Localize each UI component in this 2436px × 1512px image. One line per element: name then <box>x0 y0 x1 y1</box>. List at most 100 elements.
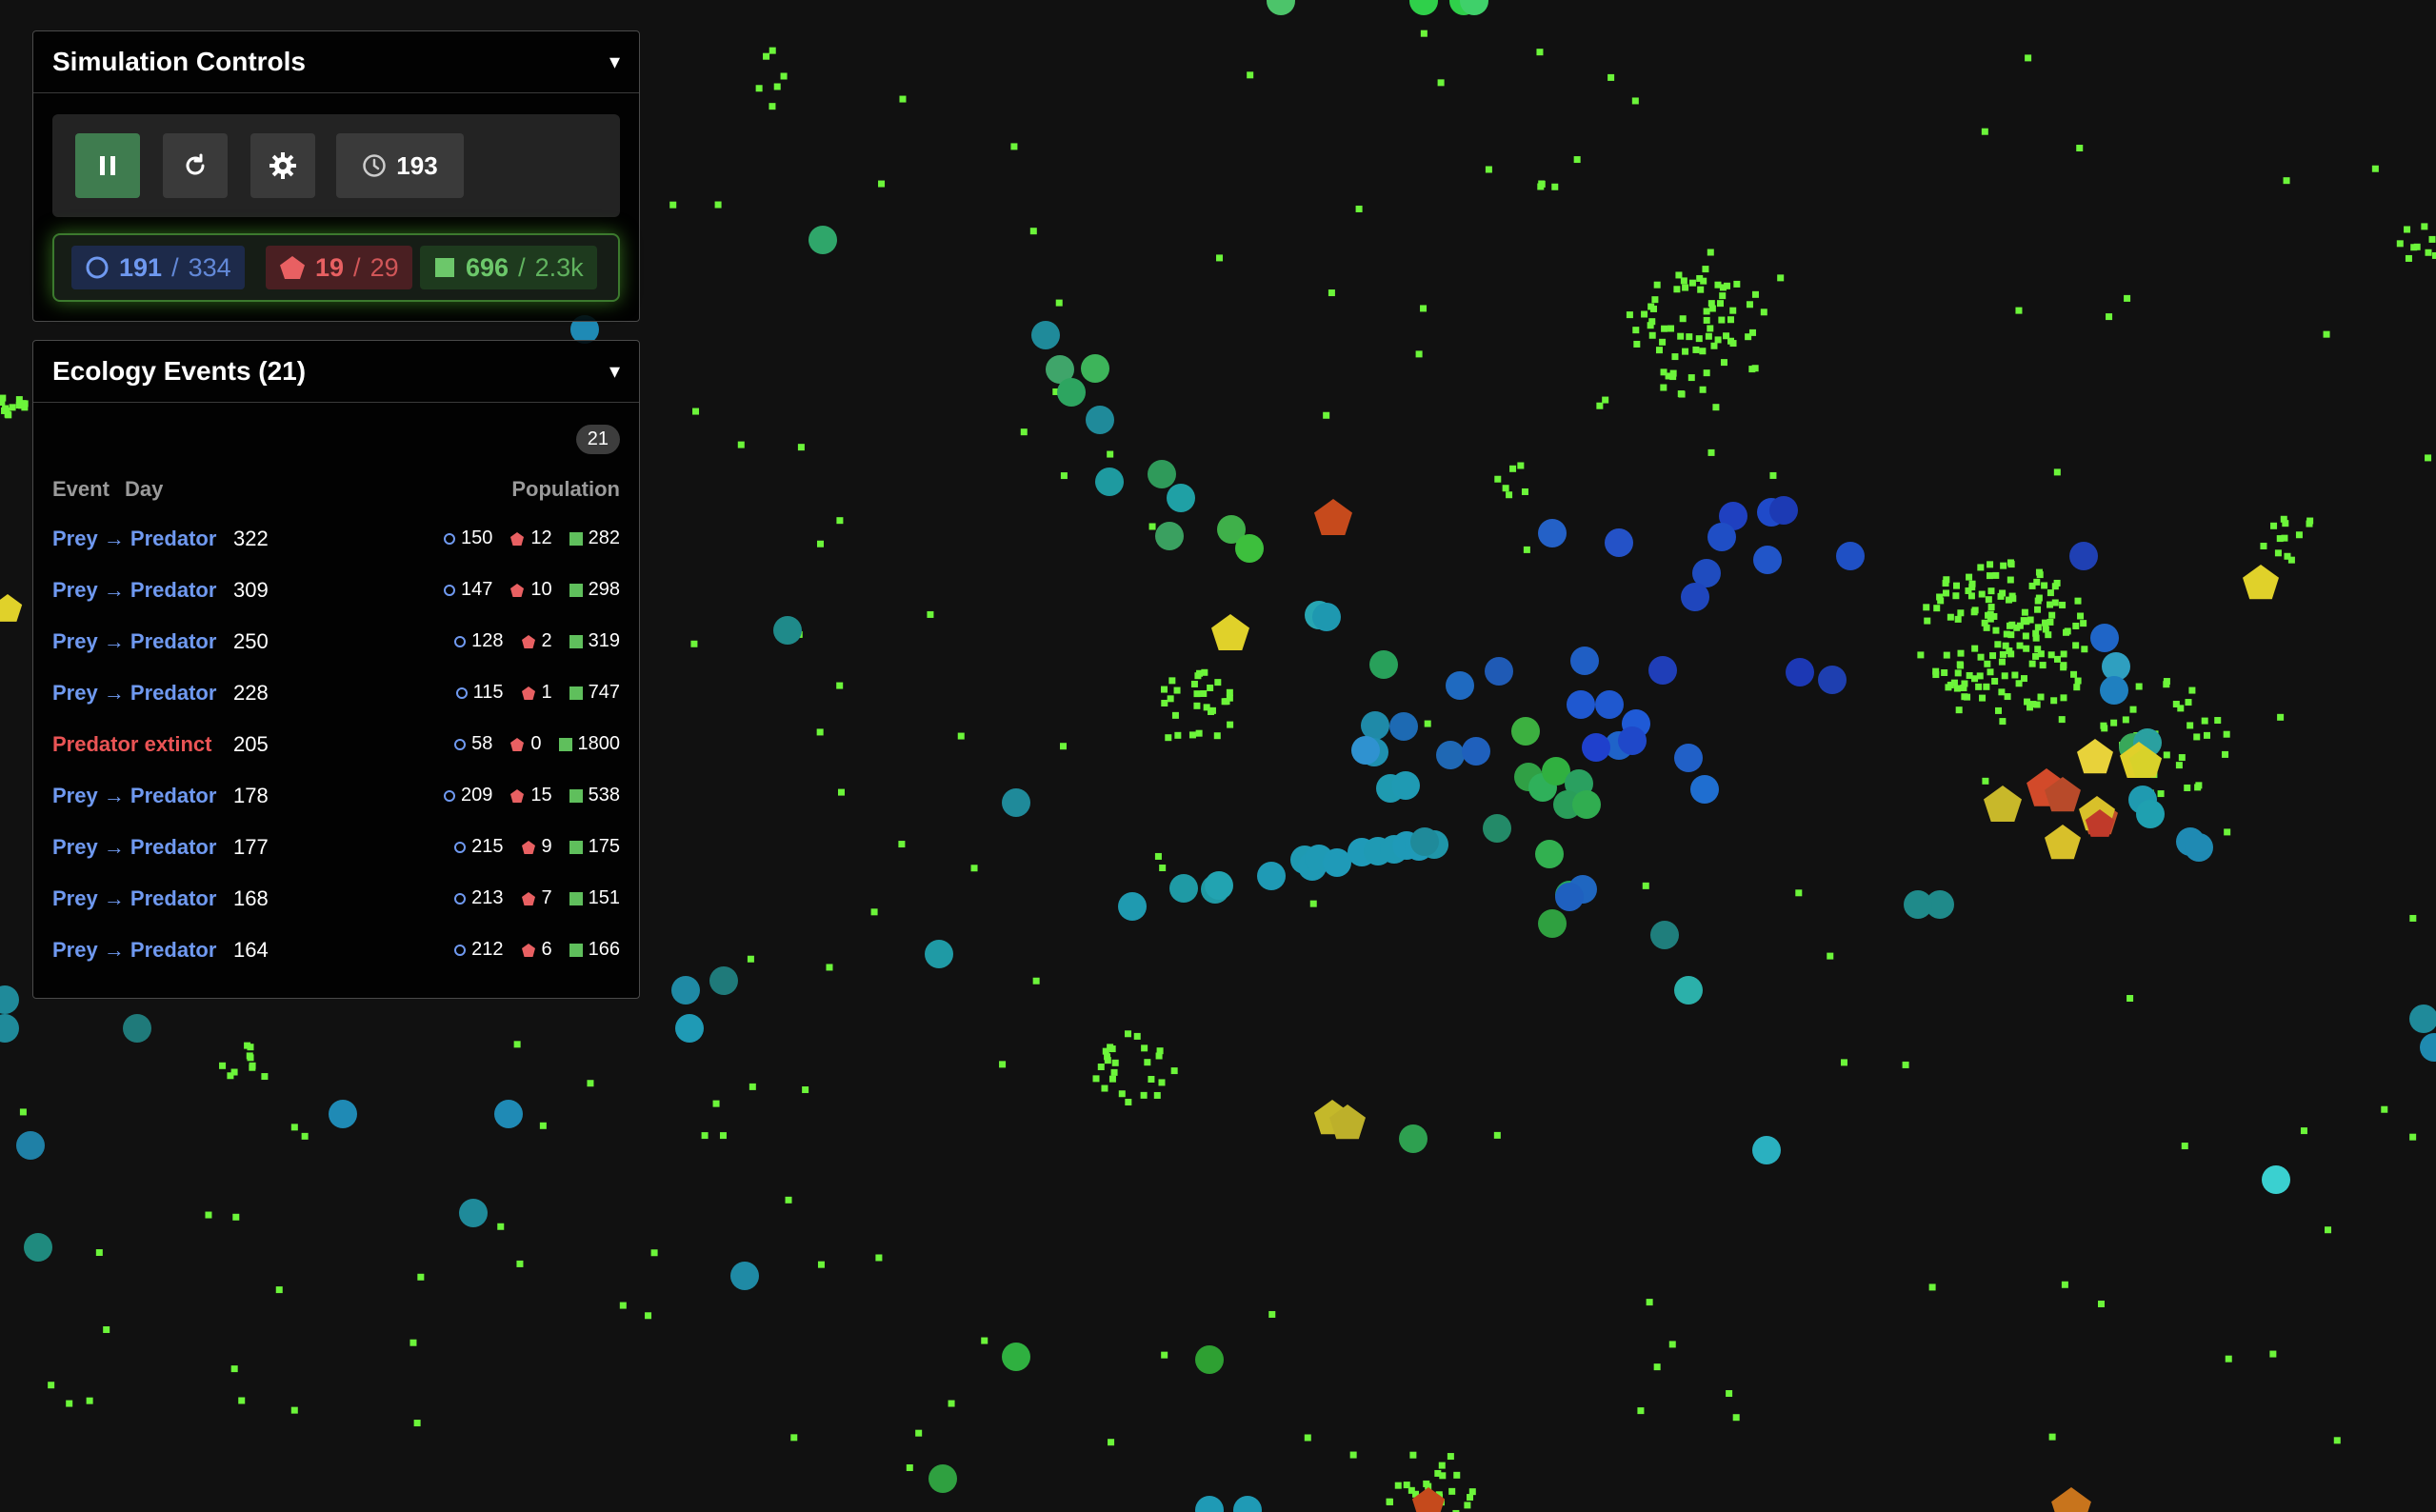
event-label: Prey → Predator <box>52 527 217 550</box>
plant <box>1979 694 1987 702</box>
table-row[interactable]: Prey → Predator 250 128 2 319 <box>52 617 620 668</box>
plant <box>1977 564 1985 571</box>
plant <box>1216 254 1224 262</box>
plant <box>2409 1133 2417 1141</box>
chevron-down-icon[interactable]: ▾ <box>609 359 620 384</box>
plant <box>1992 627 2000 634</box>
settings-button[interactable] <box>250 133 315 198</box>
prey-creature <box>1081 354 1109 383</box>
prey-creature <box>1818 666 1847 694</box>
plant <box>2129 706 2137 713</box>
table-row[interactable]: Prey → Predator 168 213 7 151 <box>52 874 620 925</box>
plant <box>1409 1451 1417 1459</box>
event-day: 177 <box>233 835 269 859</box>
plant <box>701 1132 709 1140</box>
prey-creature <box>1836 542 1865 570</box>
plant <box>1168 677 1176 685</box>
plant <box>1989 652 1997 660</box>
plant <box>1961 680 1968 687</box>
plant <box>2011 671 2019 679</box>
prey-creature <box>1323 848 1351 877</box>
plant <box>1677 332 1685 340</box>
plant <box>837 788 845 796</box>
plant <box>1995 706 2003 714</box>
plant <box>1745 333 1752 341</box>
plant <box>1703 316 1710 324</box>
plant-square-icon <box>558 737 572 751</box>
plant <box>2081 646 2088 653</box>
plant <box>1170 1067 1178 1075</box>
predator-creature <box>2045 825 2081 860</box>
events-count-badge: 21 <box>575 425 620 454</box>
prey-creature <box>809 226 837 254</box>
plant <box>409 1339 417 1346</box>
plant <box>2034 597 2042 605</box>
plant <box>1795 889 1803 897</box>
prey-creature <box>1312 603 1341 631</box>
prey-creature <box>329 1100 357 1128</box>
plant <box>1161 686 1168 693</box>
prey-creature <box>1786 658 1814 686</box>
plant <box>1190 680 1198 687</box>
plant <box>219 1062 227 1069</box>
plant <box>780 72 788 80</box>
plant <box>247 1054 254 1062</box>
plant <box>1987 587 1995 595</box>
table-row[interactable]: Prey → Predator 177 215 9 175 <box>52 823 620 874</box>
plant <box>1523 546 1530 553</box>
table-row[interactable]: Predator extinct 205 58 0 1800 <box>52 720 620 771</box>
plant <box>1195 729 1203 737</box>
prey-creature <box>1410 827 1439 856</box>
predator-pentagon-icon <box>510 583 525 597</box>
plant <box>2106 313 2113 321</box>
plant <box>1653 1363 1661 1371</box>
chevron-down-icon[interactable]: ▾ <box>609 50 620 74</box>
event-day: 178 <box>233 784 269 807</box>
controls-header[interactable]: Simulation Controls ▾ <box>33 31 639 93</box>
table-row[interactable]: Prey → Predator 178 209 15 538 <box>52 771 620 823</box>
plant <box>970 865 978 872</box>
plant <box>2016 642 2024 649</box>
plant <box>2431 251 2436 259</box>
plant <box>1661 325 1668 332</box>
prey-creature <box>1462 737 1490 766</box>
row-predator-count: 1 <box>541 682 552 703</box>
plant <box>2034 624 2042 631</box>
table-row[interactable]: Prey → Predator 309 147 10 298 <box>52 566 620 617</box>
prey-creature <box>1361 711 1389 740</box>
plant <box>2021 608 2028 616</box>
prey-creature <box>1235 534 1264 563</box>
plant <box>2035 568 2043 576</box>
plant <box>2404 226 2411 233</box>
prey-circle-icon <box>444 584 455 596</box>
pause-button[interactable] <box>75 133 140 198</box>
predator-pentagon-icon <box>521 943 535 957</box>
table-row[interactable]: Prey → Predator 322 150 12 282 <box>52 514 620 566</box>
plant <box>2000 562 2007 569</box>
plant <box>1751 290 1759 298</box>
plant <box>2080 620 2087 627</box>
plant <box>1982 777 1989 785</box>
plant <box>999 1061 1007 1068</box>
plant <box>66 1400 73 1407</box>
prey-creature <box>1057 378 1086 407</box>
prey-creature <box>1195 1345 1224 1374</box>
plant-max: 2.3k <box>534 252 584 282</box>
prey-creature <box>1483 814 1511 843</box>
plant <box>2047 601 2054 608</box>
plant <box>249 1064 256 1071</box>
plant <box>2047 651 2055 659</box>
plant <box>1998 658 2006 666</box>
plant <box>1981 619 1988 627</box>
column-population: Population <box>511 477 620 501</box>
prey-circle-icon <box>444 789 455 802</box>
events-header[interactable]: Ecology Events (21) ▾ <box>33 341 639 403</box>
plant <box>2039 662 2047 669</box>
column-event: Event <box>52 477 110 501</box>
table-row[interactable]: Prey → Predator 164 212 6 166 <box>52 925 620 977</box>
plant <box>1188 731 1196 739</box>
restart-button[interactable] <box>163 133 228 198</box>
table-row[interactable]: Prey → Predator 228 115 1 747 <box>52 668 620 720</box>
plant <box>1144 1059 1151 1066</box>
day-counter-button[interactable]: 193 <box>336 133 464 198</box>
